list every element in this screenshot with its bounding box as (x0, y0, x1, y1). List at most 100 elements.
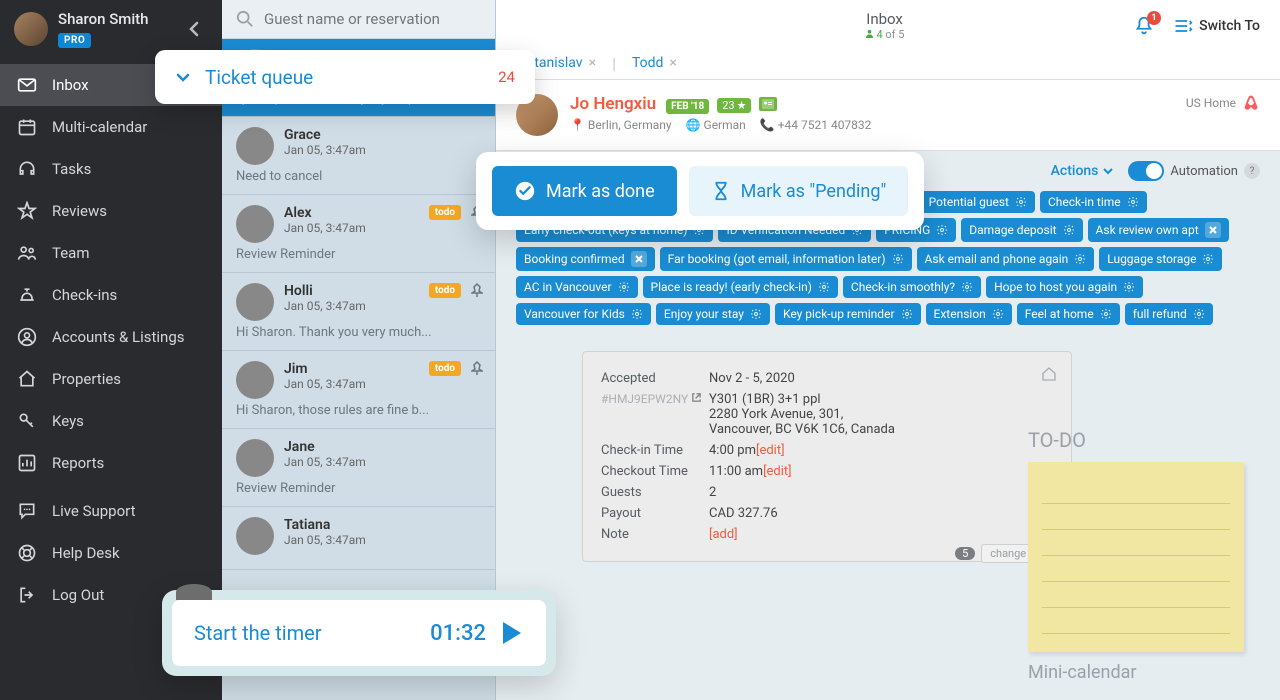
nav-item-team[interactable]: Team (0, 232, 222, 274)
nav-item-multi-calendar[interactable]: Multi-calendar (0, 106, 222, 148)
template-chip[interactable]: Luggage storage (1099, 247, 1222, 271)
logout-icon (17, 585, 37, 605)
close-tab-icon[interactable]: × (589, 55, 596, 71)
user-circle-icon (17, 327, 37, 347)
gear-icon[interactable] (1100, 308, 1112, 320)
home-icon[interactable] (1041, 366, 1057, 382)
conversation-item[interactable]: todoJimJan 05, 3:47amHi Sharon, those ru… (222, 351, 495, 429)
template-chip[interactable]: Enjoy your stay (656, 303, 770, 325)
template-chip[interactable]: Check-in smoothly? (843, 276, 981, 298)
page-title: Inbox (865, 10, 905, 28)
users-icon (17, 243, 37, 263)
guest-join-badge: FEB '18 (666, 99, 709, 114)
template-chip[interactable]: Potential guest (921, 191, 1035, 213)
template-chip[interactable]: full refund (1125, 303, 1213, 325)
convo-avatar (236, 439, 274, 477)
delete-chip-icon[interactable] (631, 251, 647, 267)
check-circle-icon (514, 180, 536, 202)
edit-checkin[interactable]: [edit] (756, 443, 785, 458)
template-chip[interactable]: Vancouver for Kids (516, 303, 651, 325)
gear-icon[interactable] (1074, 253, 1086, 265)
gear-icon[interactable] (901, 308, 913, 320)
nav-item-help-desk[interactable]: Help Desk (0, 532, 222, 574)
booking-status: Accepted (601, 371, 709, 386)
hourglass-icon (711, 180, 731, 202)
id-card-icon (762, 99, 774, 109)
gear-icon[interactable] (1193, 308, 1205, 320)
template-chip[interactable]: Far booking (got email, information late… (660, 247, 912, 271)
gear-icon[interactable] (1127, 196, 1139, 208)
external-link-icon[interactable] (691, 392, 702, 403)
airbnb-icon (1242, 94, 1260, 112)
nav-item-accounts-listings[interactable]: Accounts & Listings (0, 316, 222, 358)
nav-item-reviews[interactable]: Reviews (0, 190, 222, 232)
gear-icon[interactable] (1202, 253, 1214, 265)
sidebar-collapse-button[interactable] (180, 15, 208, 43)
gear-icon[interactable] (1123, 281, 1135, 293)
toggle-switch[interactable] (1128, 161, 1164, 181)
gear-icon[interactable] (892, 253, 904, 265)
nav-item-keys[interactable]: Keys (0, 400, 222, 442)
conversation-item[interactable]: todoHolliJan 05, 3:47amHi Sharon. Thank … (222, 273, 495, 351)
conversation-item[interactable]: GraceJan 05, 3:47amNeed to cancel (222, 117, 495, 195)
nav-item-reports[interactable]: Reports (0, 442, 222, 484)
template-chip[interactable]: Extension (926, 303, 1012, 325)
nav-item-live-support[interactable]: Live Support (0, 490, 222, 532)
template-chip[interactable]: Ask review own apt (1088, 218, 1229, 242)
add-note[interactable]: [add] (709, 527, 738, 542)
delete-chip-icon[interactable] (1205, 222, 1221, 238)
mark-pending-button[interactable]: Mark as "Pending" (689, 166, 909, 216)
gear-icon[interactable] (618, 281, 630, 293)
convo-avatar (236, 127, 274, 165)
template-chip[interactable]: Place is ready! (early check-in) (643, 276, 838, 298)
bell-desk-icon (17, 285, 37, 305)
help-icon[interactable]: ? (1244, 163, 1260, 179)
gear-icon[interactable] (818, 281, 830, 293)
notifications-button[interactable]: 1 (1133, 15, 1155, 37)
key-icon (17, 411, 37, 431)
todo-badge: todo (429, 283, 461, 298)
guest-header: Jo Hengxiu FEB '18 23★ 📍 Berlin, Germany… (496, 80, 1280, 151)
search-input[interactable] (264, 10, 481, 28)
todo-sticky-note[interactable] (1028, 462, 1244, 652)
todo-badge: todo (429, 361, 461, 376)
actions-dropdown[interactable]: Actions (1051, 163, 1115, 179)
gear-icon[interactable] (631, 308, 643, 320)
nav-item-check-ins[interactable]: Check-ins (0, 274, 222, 316)
template-chip[interactable]: Feel at home (1017, 303, 1120, 325)
template-chip[interactable]: AC in Vancouver (516, 276, 638, 298)
pin-icon[interactable] (471, 361, 483, 375)
template-chip[interactable]: Check-in time (1040, 191, 1147, 213)
gear-icon[interactable] (750, 308, 762, 320)
conversation-item[interactable]: TatianaJan 05, 3:47am (222, 507, 495, 570)
convo-avatar (236, 205, 274, 243)
guest-id-badge (759, 97, 777, 111)
gear-icon[interactable] (1063, 224, 1075, 236)
template-chip[interactable]: Key pick-up reminder (775, 303, 921, 325)
star-icon (17, 201, 37, 221)
gear-icon[interactable] (936, 224, 948, 236)
template-chip[interactable]: Damage deposit (961, 218, 1082, 242)
automation-toggle[interactable]: Automation ? (1128, 161, 1260, 181)
tab-todd[interactable]: Todd× (622, 47, 687, 79)
user-avatar[interactable] (14, 12, 48, 46)
ticket-queue-dropdown[interactable]: Ticket queue 24 (155, 50, 535, 104)
gear-icon[interactable] (961, 281, 973, 293)
edit-checkout[interactable]: [edit] (763, 464, 792, 479)
switch-to-button[interactable]: Switch To (1173, 16, 1260, 36)
gear-icon[interactable] (1015, 196, 1027, 208)
mark-done-button[interactable]: Mark as done (492, 166, 677, 216)
nav-item-tasks[interactable]: Tasks (0, 148, 222, 190)
play-icon[interactable] (500, 620, 524, 646)
guest-name[interactable]: Jo Hengxiu (570, 94, 656, 114)
pin-icon[interactable] (471, 283, 483, 297)
template-chip[interactable]: Hope to host you again (986, 276, 1143, 298)
template-chip[interactable]: Booking confirmed (516, 247, 655, 271)
conversation-item[interactable]: todoAlexJan 05, 3:47amReview Reminder (222, 195, 495, 273)
booking-id[interactable]: #HMJ9EPW2NY (601, 392, 688, 406)
conversation-item[interactable]: JaneJan 05, 3:47amReview Reminder (222, 429, 495, 507)
gear-icon[interactable] (992, 308, 1004, 320)
close-tab-icon[interactable]: × (669, 55, 676, 71)
nav-item-properties[interactable]: Properties (0, 358, 222, 400)
template-chip[interactable]: Ask email and phone again (917, 247, 1095, 271)
